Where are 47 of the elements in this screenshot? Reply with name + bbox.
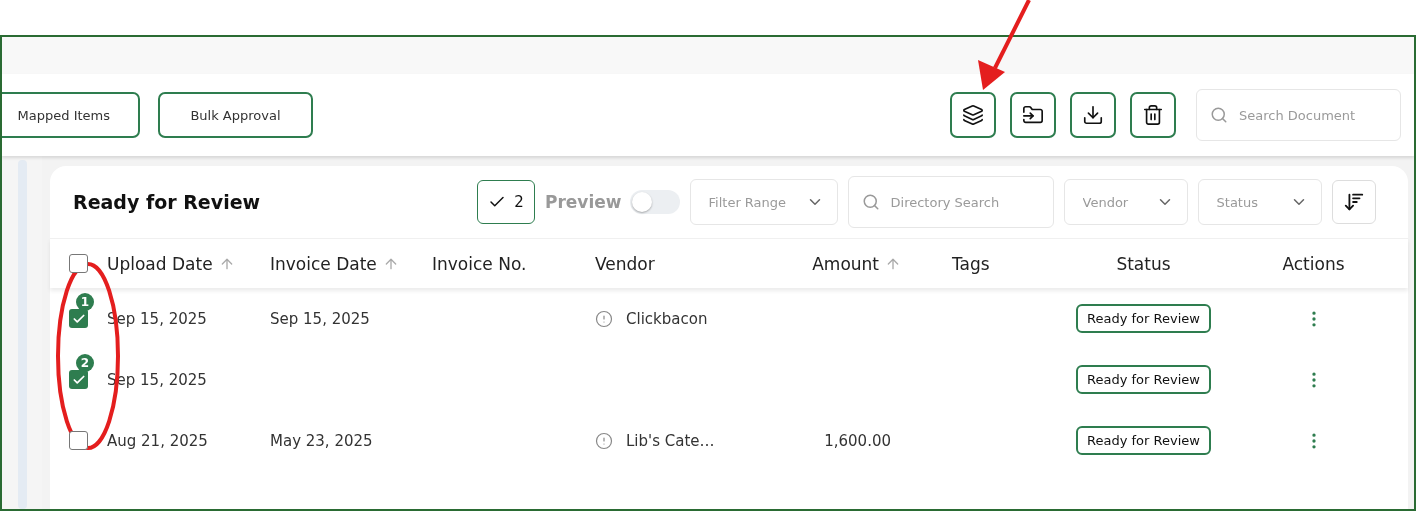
column-header[interactable]: Upload Date	[107, 253, 213, 274]
order-badge: 2	[76, 354, 94, 372]
checkbox[interactable]	[69, 309, 88, 328]
column-header: Actions	[1282, 253, 1345, 274]
order-badge: 1	[76, 293, 94, 311]
column-header[interactable]: Amount	[812, 253, 879, 274]
download-icon	[1082, 104, 1104, 126]
column-header: Tags	[952, 253, 990, 274]
dropdown[interactable]: Vendor	[1063, 179, 1188, 225]
table-cell: May 23, 2025	[270, 432, 373, 450]
move-button[interactable]	[1010, 92, 1056, 138]
table-cell: Lib's Cate…	[626, 431, 715, 450]
checkbox[interactable]	[69, 431, 88, 450]
checkbox[interactable]	[69, 370, 88, 389]
preview-toggle[interactable]	[629, 190, 680, 214]
preview-label: Preview	[545, 192, 622, 212]
status-tag: Ready for Review	[1076, 304, 1211, 333]
search-icon	[861, 193, 880, 211]
toolbar-button[interactable]: Mapped Items	[2, 92, 140, 138]
search-field[interactable]: Search Document	[1196, 89, 1401, 141]
table-cell: Clickbacon	[626, 309, 708, 328]
dropdown[interactable]: Status	[1197, 179, 1322, 225]
delete-button[interactable]	[1130, 92, 1176, 138]
column-header: Status	[1116, 253, 1171, 274]
sort-icon	[1342, 191, 1365, 213]
folder-arrow-icon	[1022, 104, 1044, 126]
checkbox[interactable]	[69, 254, 88, 273]
toolbar-button[interactable]: Bulk Approval	[158, 92, 313, 138]
delete-icon	[1142, 104, 1164, 126]
table-cell: Sep 15, 2025	[270, 310, 370, 328]
layers-button[interactable]	[950, 92, 996, 138]
status-tag: Ready for Review	[1076, 426, 1211, 455]
column-header[interactable]: Invoice Date	[270, 253, 377, 274]
column-header: Invoice No.	[432, 253, 527, 274]
table-cell: 1,600.00	[824, 431, 891, 450]
column-header: Vendor	[595, 253, 655, 274]
table-cell: Aug 21, 2025	[107, 432, 208, 450]
card-title: Ready for Review	[73, 191, 262, 213]
download-button[interactable]	[1070, 92, 1116, 138]
layers-icon	[962, 104, 984, 126]
status-tag: Ready for Review	[1076, 365, 1211, 394]
search-field[interactable]: Directory Search	[847, 176, 1054, 228]
search-icon	[1210, 106, 1228, 124]
scrollbar[interactable]	[17, 160, 27, 509]
dropdown[interactable]: Filter Range	[689, 179, 838, 225]
selected-count-button[interactable]: 2	[477, 180, 535, 224]
sort-button[interactable]	[1331, 180, 1376, 224]
